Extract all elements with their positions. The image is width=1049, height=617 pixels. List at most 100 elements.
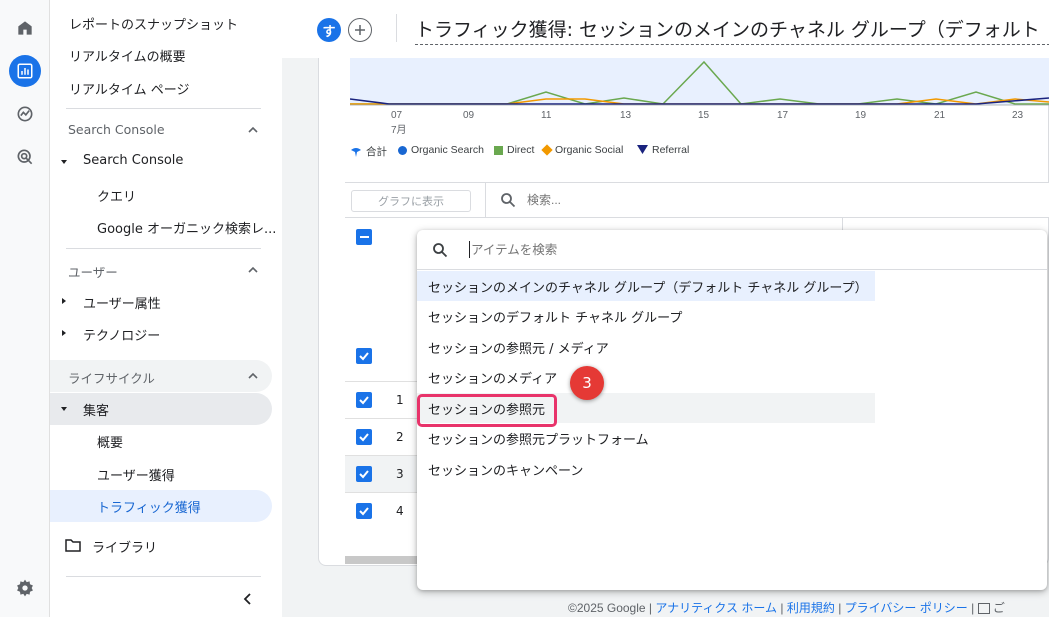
dimension-option[interactable]: セッションのメインのチャネル グループ（デフォルト チャネル グループ） (417, 271, 875, 301)
chevron-up-icon[interactable] (246, 123, 260, 137)
sidebar-item-library[interactable]: ライブラリ (92, 537, 157, 556)
gear-icon[interactable] (9, 572, 41, 604)
search-icon (433, 243, 448, 258)
analytics-home-link[interactable]: アナリティクス ホーム (655, 601, 777, 615)
header-divider (396, 14, 397, 42)
sidebar-item-demographics[interactable]: ユーザー属性 (83, 293, 161, 312)
reports-icon[interactable] (9, 55, 41, 87)
legend-organic-social[interactable]: Organic Social (541, 144, 624, 156)
legend-label: 合計 (366, 146, 387, 158)
total-row-checkbox[interactable] (356, 348, 372, 364)
row-divider (345, 492, 417, 493)
legend-direct[interactable]: Direct (494, 144, 534, 156)
sidebar-group-search-console[interactable]: Search Console (83, 153, 183, 168)
row-index: 4 (396, 504, 404, 518)
row-divider (345, 381, 417, 382)
row-index: 3 (396, 467, 404, 481)
section-lifecycle[interactable]: ライフサイクル (68, 368, 155, 387)
sidebar-item-traffic-acquisition[interactable]: トラフィック獲得 (97, 497, 201, 516)
plot-rows-button[interactable]: グラフに表示 (351, 190, 471, 212)
x-tick: 21 (934, 110, 946, 121)
x-tick: 19 (855, 110, 867, 121)
sidebar-divider (66, 108, 261, 109)
sidebar-group-acquisition[interactable]: 集客 (83, 400, 109, 419)
chevron-up-icon[interactable] (246, 263, 260, 277)
chevron-up-icon[interactable] (246, 369, 260, 383)
highlight-box (417, 394, 557, 427)
x-tick: 07 (391, 110, 403, 121)
privacy-link[interactable]: プライバシー ポリシー (845, 601, 968, 615)
row-index: 2 (396, 430, 404, 444)
copyright: ©2025 Google (568, 601, 646, 615)
feedback-icon[interactable] (977, 603, 990, 615)
line-chart (350, 60, 1049, 106)
sidebar-item-snapshot[interactable]: レポートのスナップショット (69, 14, 238, 33)
caret-right-icon[interactable] (60, 297, 68, 305)
plus-icon (355, 25, 365, 35)
dropdown-search-input[interactable] (471, 239, 871, 261)
page-title[interactable]: トラフィック獲得: セッションのメインのチャネル グループ（デフォルト (415, 15, 1049, 45)
sidebar-item-google-organic[interactable]: Google オーガニック検索レ... (97, 218, 276, 237)
diamond-icon (541, 144, 553, 156)
dimension-option[interactable]: セッションのキャンペーン (417, 454, 875, 484)
sidebar-item-queries[interactable]: クエリ (97, 186, 136, 205)
row-checkbox[interactable] (356, 429, 372, 445)
caret-right-icon[interactable] (60, 329, 68, 337)
section-search-console[interactable]: Search Console (68, 122, 165, 137)
legend-label: Referral (652, 144, 690, 156)
row-checkbox[interactable] (356, 466, 372, 482)
step-badge: 3 (570, 366, 604, 400)
feedback-link[interactable]: ご (993, 601, 1005, 615)
legend-label: Organic Search (411, 144, 484, 156)
page-header: す トラフィック獲得: セッションのメインのチャネル グループ（デフォルト (282, 0, 1049, 58)
triangle-down-icon (637, 145, 648, 154)
sidebar: レポートのスナップショット リアルタイムの概要 リアルタイム ページ Searc… (50, 0, 282, 617)
folder-icon (65, 539, 81, 552)
x-tick: 17 (777, 110, 789, 121)
x-month-label: 7月 (391, 125, 407, 136)
avatar[interactable]: す (317, 18, 341, 42)
section-user[interactable]: ユーザー (68, 262, 118, 281)
circle-icon (398, 145, 407, 155)
search-icon (501, 193, 516, 208)
x-tick: 23 (1012, 110, 1024, 121)
toolbar-divider (485, 183, 486, 217)
sidebar-divider (66, 248, 261, 249)
series-direct (350, 60, 1049, 105)
row-checkbox[interactable] (356, 392, 372, 408)
add-comparison-button[interactable] (348, 18, 372, 42)
explore-icon[interactable] (9, 98, 41, 130)
dimension-option[interactable]: セッションのデフォルト チャネル グループ (417, 301, 875, 331)
chevron-left-icon[interactable] (240, 591, 256, 607)
row-divider (345, 418, 417, 419)
sidebar-item-overview[interactable]: 概要 (97, 432, 123, 451)
x-tick: 15 (698, 110, 710, 121)
dimension-option[interactable]: セッションのメディア (417, 362, 875, 392)
x-tick: 13 (620, 110, 632, 121)
dimension-option[interactable]: セッションの参照元 / メディア (417, 332, 875, 362)
legend-label: Organic Social (555, 144, 624, 156)
table-search-input[interactable] (527, 190, 827, 210)
footer: ©2025 Google | アナリティクス ホーム | 利用規約 | プライバ… (568, 601, 1005, 615)
sidebar-item-technology[interactable]: テクノロジー (83, 325, 160, 344)
caret-down-icon[interactable] (60, 405, 68, 413)
legend-total[interactable]: 合計 (350, 144, 387, 159)
row-checkbox[interactable] (356, 503, 372, 519)
row-index: 1 (396, 393, 404, 407)
sidebar-item-realtime-page[interactable]: リアルタイム ページ (69, 79, 189, 98)
terms-link[interactable]: 利用規約 (787, 601, 835, 615)
select-all-checkbox[interactable] (356, 229, 372, 245)
legend-label: Direct (507, 144, 535, 156)
caret-down-icon[interactable] (60, 158, 68, 166)
advertising-icon[interactable] (9, 141, 41, 173)
pin-icon (351, 147, 361, 157)
x-tick: 11 (541, 110, 552, 121)
sidebar-item-realtime-overview[interactable]: リアルタイムの概要 (69, 46, 186, 65)
sidebar-item-user-acquisition[interactable]: ユーザー獲得 (97, 465, 175, 484)
legend-referral[interactable]: Referral (637, 144, 689, 156)
home-icon[interactable] (9, 12, 41, 44)
dimension-option[interactable]: セッションの参照元プラットフォーム (417, 423, 875, 453)
text-cursor (469, 241, 470, 258)
legend-organic-search[interactable]: Organic Search (398, 144, 484, 156)
horizontal-scrollbar[interactable] (345, 556, 417, 564)
